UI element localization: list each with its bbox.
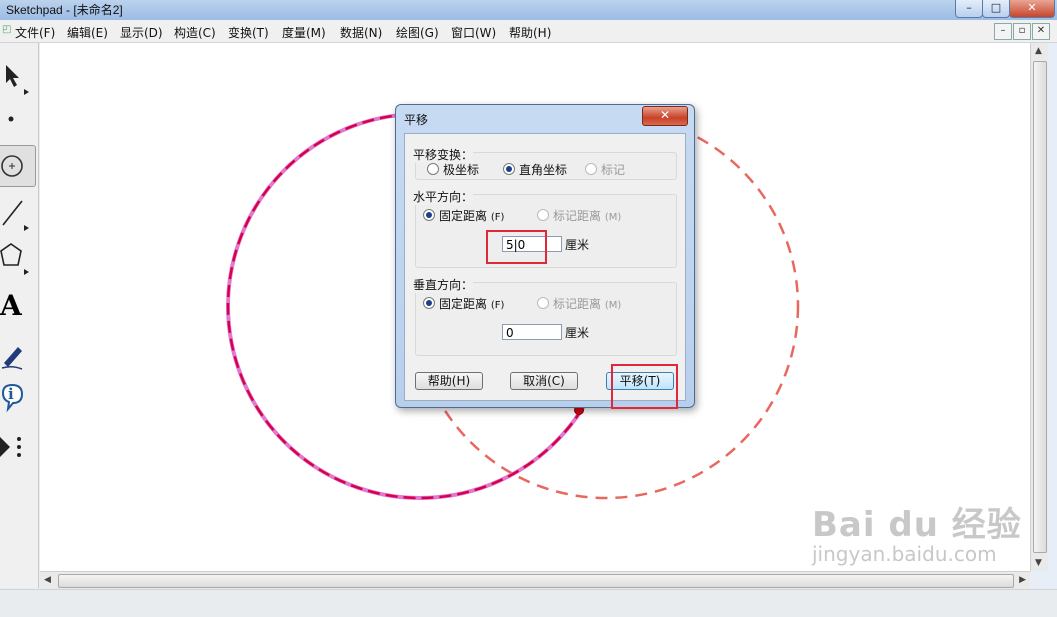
menu-display[interactable]: 显示(D) (120, 24, 163, 41)
window-title: Sketchpad - [未命名2] (6, 3, 123, 17)
scroll-down-icon[interactable]: ▼ (1035, 558, 1042, 568)
custom-tool-icon[interactable] (0, 429, 36, 469)
translate-dialog: 平移 ✕ 平移变换： 极坐标 直角坐标 标记 水平方向： 固定距离 (F) 标记… (395, 104, 695, 409)
straightedge-icon[interactable] (0, 191, 36, 231)
menu-help[interactable]: 帮助(H) (509, 24, 551, 41)
menu-edit[interactable]: 编辑(E) (67, 24, 108, 41)
dialog-title: 平移 (404, 113, 429, 127)
doc-minimize-button[interactable]: – (994, 23, 1012, 40)
info-icon[interactable]: i (0, 381, 36, 421)
close-button[interactable]: ✕ (1009, 0, 1055, 18)
polygon-icon[interactable] (0, 239, 36, 279)
vertical-marked-radio[interactable]: 标记距离 (M) (537, 295, 621, 312)
doc-close-button[interactable]: ✕ (1032, 23, 1050, 40)
horizontal-label: 水平方向： (413, 188, 474, 205)
watermark: Bai du 经验 jingyan.baidu.com (812, 497, 1022, 566)
maximize-button[interactable]: □ (982, 0, 1010, 18)
menu-measure[interactable]: 度量(M) (282, 24, 326, 41)
minimize-button[interactable]: – (955, 0, 983, 18)
menu-transform[interactable]: 变换(T) (228, 24, 269, 41)
document-icon[interactable]: ◰ (2, 24, 11, 35)
input-highlight-box (486, 230, 547, 264)
vertical-label: 垂直方向： (413, 276, 474, 293)
arrow-select-icon[interactable] (0, 61, 36, 101)
vertical-group (415, 282, 677, 356)
status-bar (0, 589, 1057, 617)
horizontal-marked-radio[interactable]: 标记距离 (M) (537, 207, 621, 224)
help-button[interactable]: 帮助(H) (415, 372, 483, 390)
text-icon[interactable]: A (0, 289, 36, 329)
title-bar: Sketchpad - [未命名2] – □ ✕ (0, 0, 1057, 20)
menu-window[interactable]: 窗口(W) (451, 24, 496, 41)
scroll-left-icon[interactable]: ◀ (44, 575, 51, 585)
scroll-up-icon[interactable]: ▲ (1035, 46, 1042, 56)
vertical-scroll-thumb[interactable] (1033, 61, 1047, 553)
scroll-right-icon[interactable]: ▶ (1019, 575, 1026, 585)
cancel-button[interactable]: 取消(C) (510, 372, 578, 390)
point-icon[interactable] (0, 101, 36, 141)
menu-construct[interactable]: 构造(C) (174, 24, 216, 41)
menu-data[interactable]: 数据(N) (340, 24, 382, 41)
vertical-distance-input[interactable]: 0 (502, 324, 562, 340)
horizontal-unit: 厘米 (565, 238, 590, 252)
marker-icon[interactable] (0, 335, 36, 375)
horizontal-fixed-radio[interactable]: 固定距离 (F) (423, 207, 504, 224)
menu-graph[interactable]: 绘图(G) (396, 24, 439, 41)
toolbox: A i (0, 43, 39, 588)
radio-marked[interactable]: 标记 (585, 161, 625, 178)
watermark-logo: Bai du 经验 (812, 505, 1022, 545)
menu-bar: ◰ 文件(F) 编辑(E) 显示(D) 构造(C) 变换(T) 度量(M) 数据… (0, 20, 1057, 43)
vertical-scrollbar[interactable]: ▲ ▼ (1030, 43, 1048, 571)
watermark-url: jingyan.baidu.com (812, 542, 997, 566)
dialog-close-button[interactable]: ✕ (642, 106, 688, 126)
vertical-fixed-radio[interactable]: 固定距离 (F) (423, 295, 504, 312)
compass-circle-icon[interactable] (0, 145, 36, 187)
horizontal-scroll-thumb[interactable] (58, 574, 1014, 588)
vertical-unit: 厘米 (565, 326, 590, 340)
radio-rectangular[interactable]: 直角坐标 (503, 161, 567, 178)
doc-restore-button[interactable]: ▫ (1013, 23, 1031, 40)
dialog-body: 平移变换： 极坐标 直角坐标 标记 水平方向： 固定距离 (F) 标记距离 (M… (404, 133, 686, 409)
radio-polar[interactable]: 极坐标 (427, 161, 479, 178)
menu-file[interactable]: 文件(F) (15, 24, 55, 41)
button-highlight-box (611, 364, 678, 409)
horizontal-scrollbar[interactable]: ◀ ▶ (40, 571, 1030, 589)
